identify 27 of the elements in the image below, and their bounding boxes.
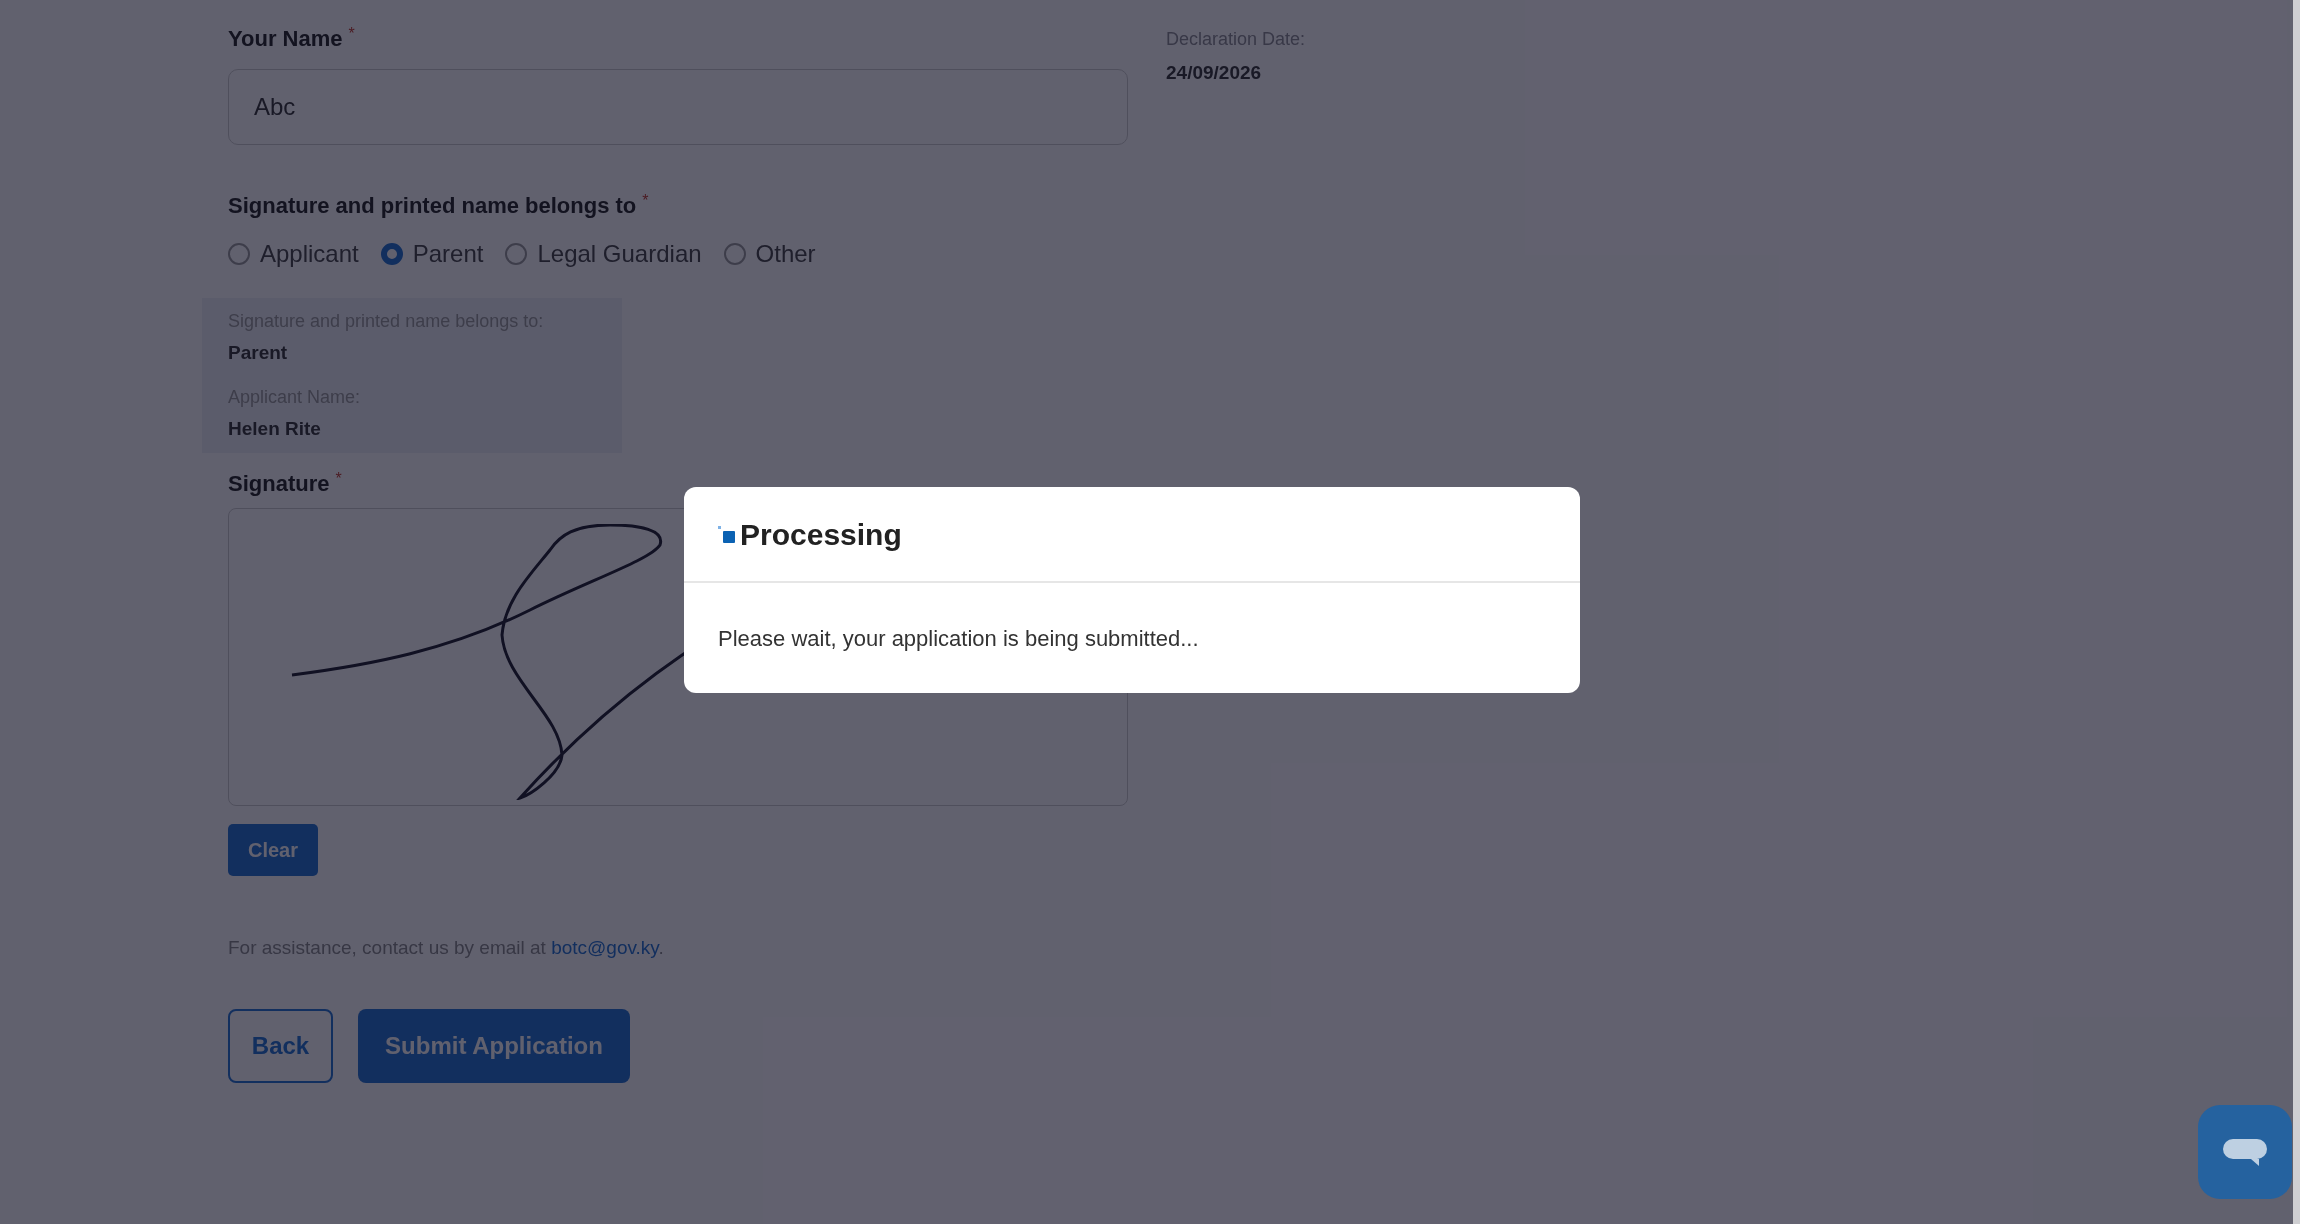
radio-button[interactable]: [723, 243, 746, 265]
radio-button[interactable]: [380, 243, 403, 265]
required-mark: *: [335, 469, 342, 489]
summary-value: Parent: [228, 341, 289, 365]
modal-title: Processing: [740, 516, 902, 553]
required-mark: *: [642, 191, 649, 211]
email-link[interactable]: botc@gov.ky: [551, 937, 659, 958]
field-label: Signature and printed name belongs to: [228, 192, 637, 220]
radio-button[interactable]: [228, 243, 250, 265]
field-label: Your Name: [228, 25, 343, 53]
name-input-field[interactable]: Abc: [228, 69, 1128, 145]
radio-option[interactable]: Parent: [380, 236, 484, 272]
submit-button[interactable]: Submit Application: [358, 1008, 630, 1083]
back-button[interactable]: Back: [228, 1008, 333, 1083]
radio-option[interactable]: Other: [723, 236, 816, 272]
radio-option[interactable]: Legal Guardian: [505, 236, 702, 272]
spinner-icon: [718, 523, 736, 545]
date-value: 24/09/2026: [1166, 61, 1263, 85]
radio-button[interactable]: [505, 243, 528, 265]
field-label: Signature: [228, 470, 330, 498]
modal-message: Please wait, your application is being submitted...: [718, 624, 1199, 653]
clear-button[interactable]: Clear: [228, 824, 318, 876]
summary-value: Helen Rite: [228, 416, 322, 441]
radio-option[interactable]: Applicant: [228, 236, 359, 272]
chat-button[interactable]: [2198, 1105, 2292, 1199]
required-mark: *: [348, 24, 355, 44]
scrollbar[interactable]: [2293, 0, 2300, 1224]
